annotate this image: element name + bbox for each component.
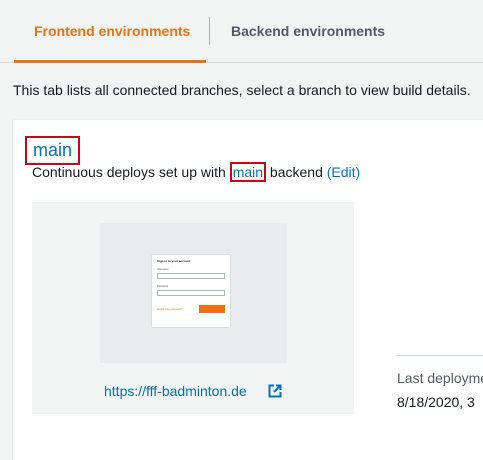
backend-environment-link[interactable]: main (229, 162, 267, 182)
subtitle-suffix: backend (266, 164, 327, 180)
thumbnail-username-input (157, 273, 225, 279)
site-url-link[interactable]: https://fff-badminton.de (104, 383, 247, 399)
deployment-preview: Sign in to your account Username Passwor… (32, 202, 354, 414)
edit-backend-link[interactable]: (Edit) (327, 164, 360, 180)
tab-frontend-environments[interactable]: Frontend environments (14, 0, 206, 63)
thumbnail-sign-in-button (199, 305, 225, 313)
tab-backend-environments[interactable]: Backend environments (231, 0, 385, 62)
last-deployment-value: 8/18/2020, 3 (397, 394, 475, 410)
branch-subtitle: Continuous deploys set up with main back… (32, 162, 360, 182)
thumbnail-password-label: Password (157, 285, 168, 288)
subtitle-prefix: Continuous deploys set up with (32, 164, 230, 180)
thumbnail-password-input (157, 290, 225, 296)
last-deployment-label: Last deployment (397, 370, 483, 386)
thumbnail-sign-in-form: Sign in to your account Username Passwor… (152, 255, 230, 327)
tab-description: This tab lists all connected branches, s… (13, 82, 471, 98)
branch-name-link[interactable]: main (25, 136, 81, 165)
deployment-divider (396, 355, 483, 356)
thumbnail-username-label: Username (157, 268, 169, 271)
external-link-icon[interactable] (268, 384, 282, 398)
environment-tabs: Frontend environments Backend environmen… (0, 0, 483, 63)
thumbnail-form-title: Sign in to your account (157, 259, 191, 263)
thumbnail-forgot-link: Forgot your password? (157, 308, 183, 311)
site-screenshot-thumbnail[interactable]: Sign in to your account Username Passwor… (100, 223, 287, 363)
tab-divider (209, 17, 210, 45)
